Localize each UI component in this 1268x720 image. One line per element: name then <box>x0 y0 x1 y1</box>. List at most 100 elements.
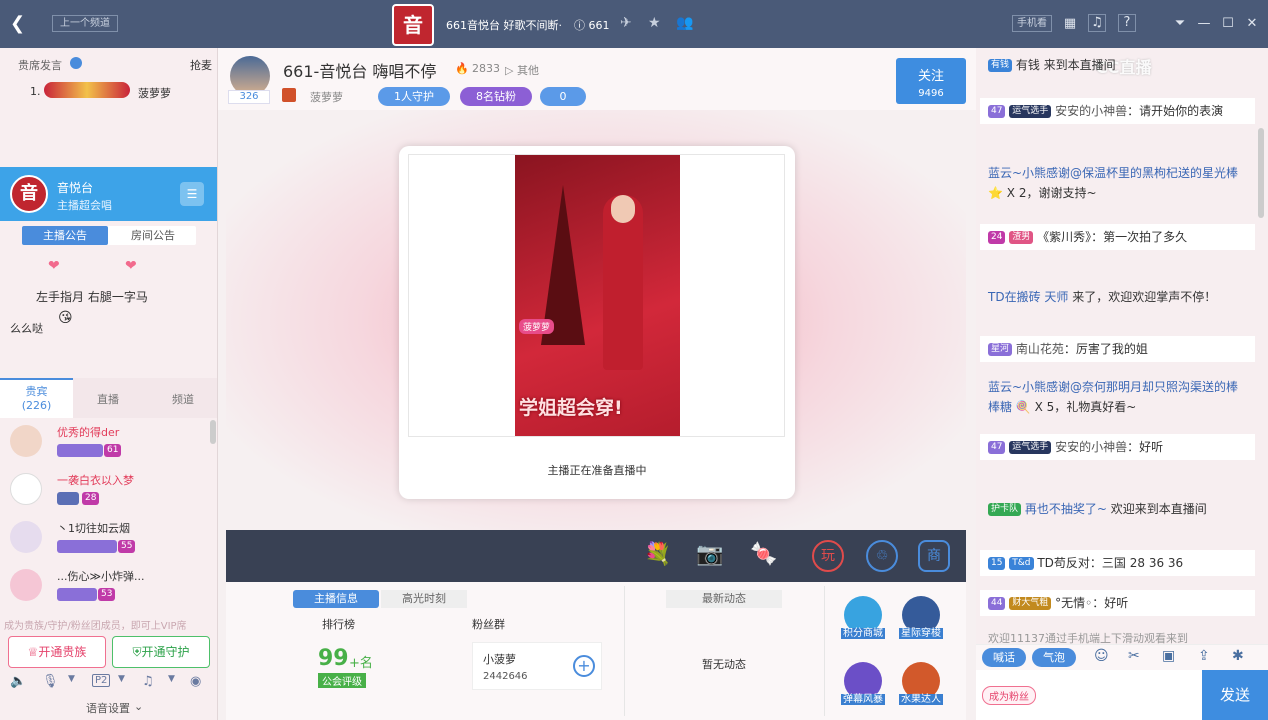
badge-icon <box>282 88 296 102</box>
fan-group-card[interactable]: 小菠萝 2442646 + <box>472 642 602 690</box>
host-tag: 菠萝萝 <box>310 91 343 104</box>
weather-badge-icon: 财大气粗 <box>1009 597 1052 610</box>
become-fan-button[interactable]: 成为粉丝 <box>982 686 1036 705</box>
list-item[interactable]: 一袭白衣以入梦 28 <box>0 468 210 516</box>
mic-icon[interactable]: 🎙 <box>42 674 59 689</box>
video-stage[interactable]: 菠萝萝 学姐超会穿! 主播正在准备直播中 <box>226 110 966 530</box>
list-item[interactable]: 丶1切往如云烟 55 <box>0 516 210 564</box>
prev-channel-button[interactable]: 上一个频道 <box>52 15 118 32</box>
star-icon[interactable]: ★ <box>648 15 661 31</box>
scrollbar[interactable] <box>210 420 216 444</box>
close-icon[interactable]: ✕ <box>1242 14 1262 34</box>
open-noble-button[interactable]: ♕开通贵族 <box>8 636 106 668</box>
chat-message: 有钱 有钱 来到本直播间 <box>980 52 1255 78</box>
speaker-icon[interactable]: 🔈 <box>10 674 26 689</box>
tab-guests[interactable]: 贵宾 (226) <box>0 378 73 418</box>
guard-count-button[interactable]: 1人守护 <box>378 87 450 106</box>
barrage-storm-button[interactable]: 弹幕风暴 <box>838 658 888 718</box>
star-travel-button[interactable]: 星际穿梭 <box>896 592 946 652</box>
tab-anchor-info-active[interactable]: 主播信息 <box>293 590 379 608</box>
left-panel: 贵席发言 抢麦 1. 菠萝萝 音 音悦台 主播超会唱 ☰ 主播公告 房间公告 ❤… <box>0 48 218 720</box>
user-level: 61 <box>104 444 122 457</box>
chat-message: 星河 南山花苑：厉害了我的姐 <box>980 336 1255 362</box>
shop-icon[interactable]: 商 <box>918 540 950 572</box>
gift-flower-icon[interactable]: 💐 <box>644 542 671 567</box>
maximize-icon[interactable]: ☐ <box>1218 14 1238 34</box>
help-icon[interactable]: ? <box>1118 14 1136 32</box>
channel-subtitle: 主播超会唱 <box>57 199 112 212</box>
heat-value: 2833 <box>472 62 500 75</box>
level-badge-icon: 星河 <box>988 343 1013 356</box>
points-mall-button[interactable]: 积分商城 <box>838 592 888 652</box>
play-game-icon[interactable]: 玩 <box>812 540 844 572</box>
avatar <box>10 473 42 505</box>
music-dropdown-icon[interactable]: ▼ <box>168 674 175 684</box>
send-button[interactable]: 发送 <box>1202 670 1268 720</box>
users-icon[interactable]: 👥 <box>676 15 693 31</box>
category-tag[interactable]: ▷ 其他 <box>505 62 539 78</box>
user-name: 一袭白衣以入梦 <box>57 474 134 487</box>
bubble-button[interactable]: 气泡 <box>1032 648 1076 667</box>
follow-button[interactable]: 关注 9496 <box>896 58 966 104</box>
list-tabs: 贵宾 (226) 直播 频道 <box>0 378 217 418</box>
voice-settings-button[interactable]: 语音设置 <box>86 700 130 716</box>
gift-lollipop-icon: 🍭 <box>1015 400 1031 414</box>
channel-card[interactable]: 音 音悦台 主播超会唱 ☰ <box>0 167 217 221</box>
add-icon[interactable]: + <box>573 655 595 677</box>
info-icon[interactable] <box>70 57 82 69</box>
tab-channel[interactable]: 频道 <box>172 391 194 407</box>
diamond-fans-button[interactable]: 8名钻粉 <box>460 87 532 106</box>
dropdown-icon[interactable]: ⏷ <box>1170 14 1190 34</box>
shout-button[interactable]: 喊话 <box>982 648 1026 667</box>
phone-watch-button[interactable]: 手机看 <box>1012 15 1052 32</box>
noble-icon: ♕ <box>27 645 39 659</box>
gift-camera-icon[interactable]: 📷 <box>696 542 723 567</box>
image-icon[interactable]: ▣ <box>1162 648 1175 664</box>
back-icon[interactable]: ❮ <box>10 13 25 34</box>
user-badges-icon <box>57 588 97 601</box>
record-icon[interactable]: ◉ <box>190 674 201 689</box>
emoji-icon[interactable]: ☺ <box>1094 648 1109 664</box>
level-badge-icon: 47 <box>988 105 1006 118</box>
minimize-icon[interactable]: — <box>1194 14 1214 34</box>
viewer-count[interactable]: 0 <box>540 87 586 106</box>
fruit-master-button[interactable]: 水果达人 <box>896 658 946 718</box>
plane-icon[interactable]: ✈ <box>620 15 632 31</box>
list-item[interactable]: 优秀的得der 61 <box>0 420 210 468</box>
notify-icon[interactable]: ♫ <box>1088 14 1106 32</box>
rank-badge-icon <box>44 82 130 98</box>
share-icon[interactable]: ⇪ <box>1198 648 1210 664</box>
grab-mic-button[interactable]: 抢麦 <box>190 57 212 73</box>
tab-live[interactable]: 直播 <box>97 391 119 407</box>
divider <box>824 586 825 716</box>
tab-room-notice[interactable]: 房间公告 <box>110 226 196 245</box>
scissors-icon[interactable]: ✂ <box>1128 648 1140 664</box>
chat-scrollbar[interactable] <box>1258 128 1264 218</box>
level-badge-icon: 有钱 <box>988 59 1013 72</box>
tab-host-notice[interactable]: 主播公告 <box>22 226 108 245</box>
avatar <box>10 425 42 457</box>
p2-dropdown-icon[interactable]: ▼ <box>118 674 125 684</box>
user-badges-icon <box>57 540 117 553</box>
bag-icon[interactable]: ♲ <box>866 540 898 572</box>
mic-dropdown-icon[interactable]: ▼ <box>68 674 75 684</box>
grid-icon[interactable]: ▦ <box>1060 14 1080 34</box>
level-badge-icon: 47 <box>988 441 1006 454</box>
notice-tabs: 主播公告 房间公告 <box>22 226 196 245</box>
level-badge-icon: 44 <box>988 597 1006 610</box>
voice-settings-chevron-icon[interactable]: ⌄ <box>134 700 143 713</box>
open-guard-button[interactable]: ⛨开通守护 <box>112 636 210 668</box>
list-item[interactable]: ...伤心≫小炸弹... 53 <box>0 564 210 612</box>
music-icon[interactable]: ♫ <box>142 674 154 689</box>
tab-news[interactable]: 最新动态 <box>666 590 782 608</box>
p2-icon[interactable]: P2 <box>92 674 111 687</box>
gift-candy-icon[interactable]: 🍬 <box>750 542 777 567</box>
user-level: 55 <box>118 540 136 553</box>
poster-tag: 菠萝萝 <box>519 319 555 334</box>
menu-icon[interactable]: ☰ <box>180 182 204 206</box>
chat-input[interactable]: 成为粉丝 <box>976 670 1202 720</box>
user-level: 53 <box>98 588 116 601</box>
settings-icon[interactable]: ✱ <box>1232 648 1244 664</box>
tab-highlights[interactable]: 高光时刻 <box>381 590 467 608</box>
id-icon: ⓘ <box>574 19 589 32</box>
